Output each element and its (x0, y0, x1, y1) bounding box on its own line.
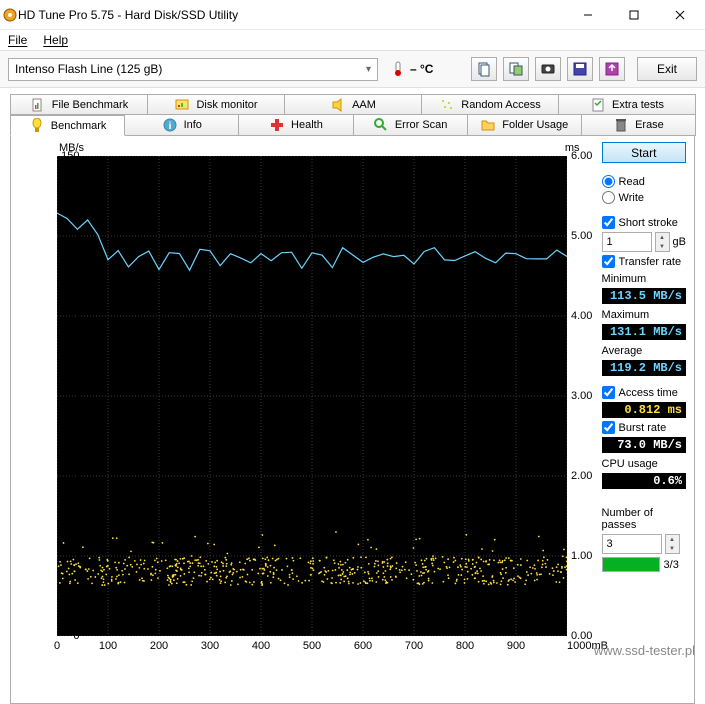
tab-folder-usage[interactable]: Folder Usage (467, 115, 582, 136)
maximize-button[interactable] (611, 0, 657, 30)
average-label: Average (602, 345, 686, 357)
tab-row-top: File Benchmark Disk monitor AAM Random A… (10, 94, 695, 115)
tab-disk-monitor[interactable]: Disk monitor (147, 94, 285, 115)
short-stroke-check[interactable]: Short stroke (602, 216, 686, 229)
progress-bar (602, 557, 660, 572)
tab-health[interactable]: Health (238, 115, 353, 136)
tab-file-benchmark[interactable]: File Benchmark (10, 94, 148, 115)
save-results-button[interactable] (567, 57, 593, 81)
chart-area: MB/s ms 150 125 100 75 50 25 0 6.00 5.00… (17, 140, 594, 699)
maximum-value: 131.1 MB/s (602, 324, 686, 340)
error-scan-icon (373, 117, 389, 133)
burst-rate-value: 73.0 MB/s (602, 437, 686, 453)
cpu-usage-value: 0.6% (602, 473, 686, 489)
tab-area: File Benchmark Disk monitor AAM Random A… (0, 88, 705, 704)
exit-button[interactable]: Exit (637, 57, 697, 81)
read-radio[interactable]: Read (602, 175, 686, 188)
device-select[interactable]: Intenso Flash Line (125 gB) ▾ (8, 58, 378, 81)
tab-info[interactable]: iInfo (124, 115, 239, 136)
aam-icon (330, 97, 346, 113)
file-benchmark-icon (30, 97, 46, 113)
tab-erase[interactable]: Erase (581, 115, 696, 136)
start-button[interactable]: Start (602, 142, 686, 163)
access-time-value: 0.812 ms (602, 402, 686, 418)
app-icon (2, 7, 18, 23)
temperature-display: – °C (390, 61, 433, 77)
burst-rate-check[interactable]: Burst rate (602, 421, 686, 434)
passes-input[interactable] (602, 534, 662, 554)
minimum-label: Minimum (602, 273, 686, 285)
benchmark-icon (29, 118, 45, 134)
save-screenshot-button[interactable] (535, 57, 561, 81)
tab-extra-tests[interactable]: Extra tests (558, 94, 696, 115)
erase-icon (613, 117, 629, 133)
svg-text:i: i (168, 121, 171, 132)
toolbar: Intenso Flash Line (125 gB) ▾ – °C Exit (0, 50, 705, 88)
folder-usage-icon (480, 117, 496, 133)
menubar: File Help (0, 30, 705, 50)
benchmark-panel: MB/s ms 150 125 100 75 50 25 0 6.00 5.00… (10, 136, 695, 704)
short-stroke-spinner[interactable]: ▲▼ (655, 232, 670, 252)
progress-text: 3/3 (664, 559, 679, 571)
menu-file[interactable]: File (8, 33, 27, 47)
results-sidebar: Start Read Write Short stroke ▲▼ gB Tran… (594, 140, 688, 699)
transfer-rate-check[interactable]: Transfer rate (602, 255, 686, 268)
access-time-check[interactable]: Access time (602, 386, 686, 399)
copy-info-button[interactable] (471, 57, 497, 81)
minimize-button[interactable] (565, 0, 611, 30)
menu-help[interactable]: Help (43, 33, 68, 47)
load-results-button[interactable] (599, 57, 625, 81)
device-select-text: Intenso Flash Line (125 gB) (15, 62, 162, 76)
watermark: www.ssd-tester.pl (594, 643, 695, 659)
maximum-label: Maximum (602, 309, 686, 321)
chart-svg (57, 156, 567, 636)
tab-row-bottom: Benchmark iInfo Health Error Scan Folder… (10, 115, 695, 136)
thermometer-icon (390, 61, 406, 77)
cpu-usage-label: CPU usage (602, 458, 686, 470)
tab-error-scan[interactable]: Error Scan (353, 115, 468, 136)
chart-plot (57, 156, 567, 636)
disk-monitor-icon (174, 97, 190, 113)
minimum-value: 113.5 MB/s (602, 288, 686, 304)
temperature-value: – °C (410, 62, 433, 76)
info-icon: i (162, 117, 178, 133)
write-radio[interactable]: Write (602, 191, 686, 204)
short-stroke-unit: gB (673, 236, 686, 248)
tab-benchmark[interactable]: Benchmark (10, 115, 125, 136)
average-value: 119.2 MB/s (602, 360, 686, 376)
tab-random-access[interactable]: Random Access (421, 94, 559, 115)
window-title: HD Tune Pro 5.75 - Hard Disk/SSD Utility (18, 8, 565, 22)
tab-aam[interactable]: AAM (284, 94, 422, 115)
chevron-down-icon: ▾ (366, 64, 371, 75)
health-icon (269, 117, 285, 133)
extra-tests-icon (590, 97, 606, 113)
titlebar: HD Tune Pro 5.75 - Hard Disk/SSD Utility (0, 0, 705, 30)
close-button[interactable] (657, 0, 703, 30)
short-stroke-input[interactable] (602, 232, 652, 252)
random-access-icon (439, 97, 455, 113)
passes-label: Number of passes (602, 507, 686, 531)
passes-spinner[interactable]: ▲▼ (665, 534, 680, 554)
copy-screenshot-button[interactable] (503, 57, 529, 81)
